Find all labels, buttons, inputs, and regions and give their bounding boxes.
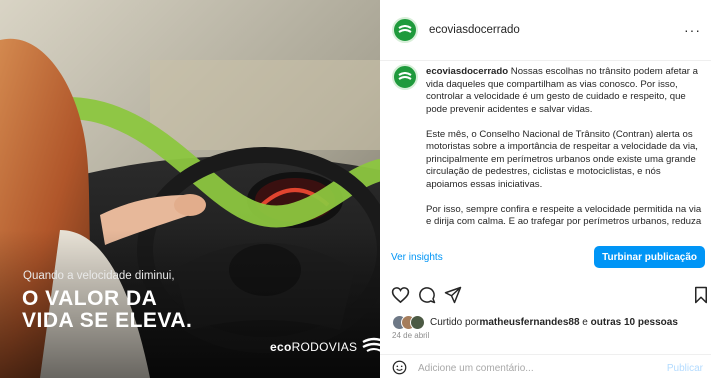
boost-post-button[interactable]: Turbinar publicação xyxy=(594,246,705,268)
image-caption-small: Quando a velocidade diminui, xyxy=(23,270,175,282)
comment-icon[interactable] xyxy=(418,286,436,309)
caption-author-link[interactable]: ecoviasdocerrado xyxy=(426,66,508,77)
post-header: ecoviasdocerrado ··· xyxy=(380,0,711,61)
comment-bar: Publicar xyxy=(380,354,711,379)
emoji-icon[interactable] xyxy=(392,360,407,380)
publish-comment-button[interactable]: Publicar xyxy=(667,363,703,374)
share-icon[interactable] xyxy=(444,286,462,309)
caption-paragraph-1: ecoviasdocerrado Nossas escolhas no trân… xyxy=(426,66,702,116)
caption-paragraph-2: Este mês, o Conselho Nacional de Trânsit… xyxy=(426,128,698,190)
caption-text: ecoviasdocerrado Nossas escolhas no trân… xyxy=(426,66,702,237)
logo-wordmark-eco: eco xyxy=(270,340,292,354)
insights-row: Ver insights Turbinar publicação xyxy=(380,246,711,268)
headline-line-2: VIDA SE ELEVA. xyxy=(22,309,193,332)
avatar xyxy=(410,315,425,330)
post-date[interactable]: 24 de abril xyxy=(392,331,429,340)
action-bar xyxy=(380,286,711,306)
ecovias-logo-icon xyxy=(398,72,412,80)
comment-input[interactable] xyxy=(416,359,660,377)
ecovias-logo-icon xyxy=(398,25,412,33)
ecorodovias-logo: ecoRODOVIAS xyxy=(270,336,380,354)
more-icon[interactable]: ··· xyxy=(684,22,701,38)
instagram-post: Quando a velocidade diminui, O VALOR DA … xyxy=(0,0,711,378)
post-image[interactable]: Quando a velocidade diminui, O VALOR DA … xyxy=(0,0,380,378)
post-details-panel: ecoviasdocerrado ··· ecoviasdocerrado No… xyxy=(380,0,711,378)
likes-prefix: Curtido por xyxy=(430,316,480,328)
logo-wave-icon xyxy=(362,337,380,352)
caption-avatar[interactable] xyxy=(392,64,418,90)
likes-others-link[interactable]: outras 10 pessoas xyxy=(591,317,678,328)
caption-area[interactable]: ecoviasdocerrado Nossas escolhas no trân… xyxy=(380,61,711,237)
view-insights-link[interactable]: Ver insights xyxy=(391,252,443,263)
username-link[interactable]: ecoviasdocerrado xyxy=(429,24,520,36)
caption-paragraph-3: Por isso, sempre confira e respeite a ve… xyxy=(426,203,702,228)
likes-middle: e xyxy=(579,316,591,328)
heart-icon[interactable] xyxy=(391,286,410,309)
image-headline: O VALOR DA VIDA SE ELEVA. xyxy=(22,288,192,332)
liker-avatars xyxy=(392,315,426,330)
bookmark-icon[interactable] xyxy=(694,286,708,309)
logo-wordmark: ecoRODOVIAS xyxy=(270,340,357,354)
likes-summary[interactable]: Curtido por matheusfernandes88 e outras … xyxy=(392,315,678,330)
avatar[interactable] xyxy=(392,17,418,43)
liker-username-link[interactable]: matheusfernandes88 xyxy=(479,317,579,328)
logo-wordmark-rodovias: RODOVIAS xyxy=(291,340,358,354)
headline-line-1: O VALOR DA xyxy=(22,287,158,310)
